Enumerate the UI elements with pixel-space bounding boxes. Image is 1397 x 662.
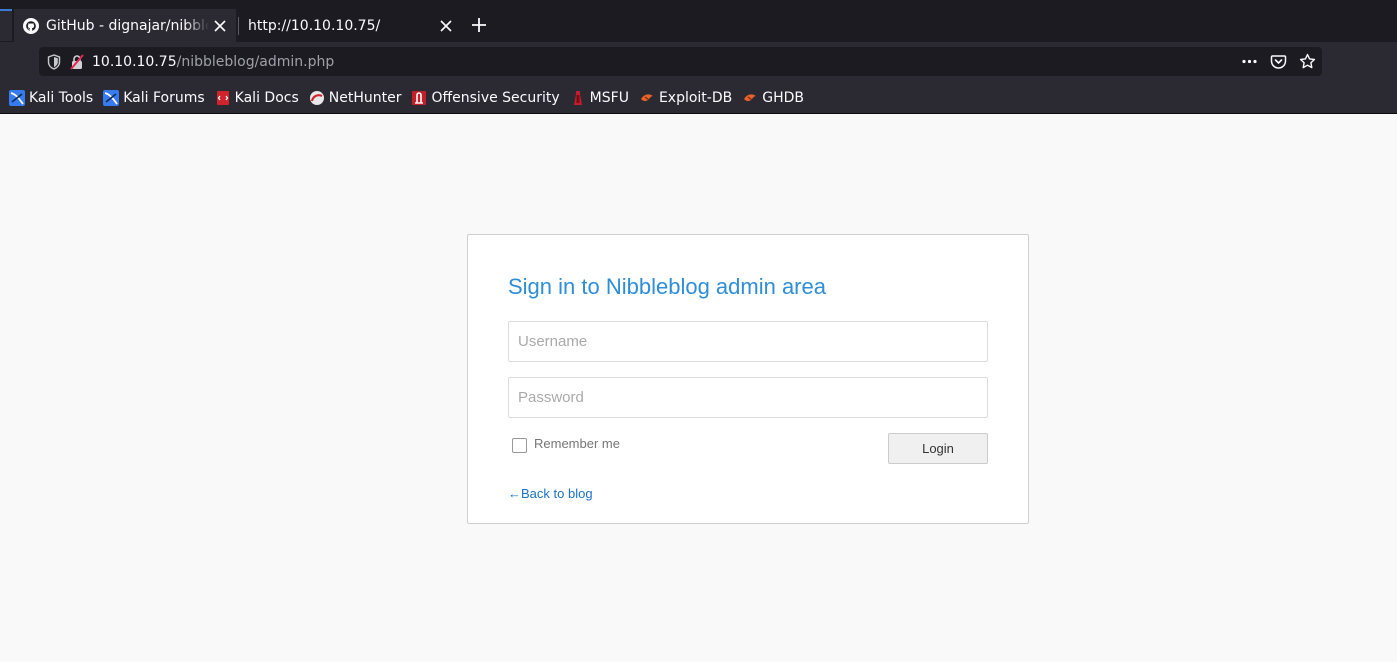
kali-icon [9, 89, 25, 106]
login-button[interactable]: Login [888, 433, 988, 464]
url-path: /nibbleblog/admin.php [176, 53, 335, 70]
ghdb-icon [744, 93, 757, 101]
tab-nibbleblog[interactable]: http://10.10.10.75/ [240, 9, 462, 42]
navigation-toolbar: 10.10.10.75/nibbleblog/admin.php [0, 42, 1397, 82]
exploitdb-icon [640, 93, 653, 101]
remember-me: Remember me [512, 436, 620, 453]
pocket-icon[interactable] [1270, 53, 1287, 70]
new-tab-plus-icon[interactable] [470, 16, 488, 34]
close-icon[interactable] [439, 19, 453, 33]
bookmark-label: GHDB [762, 89, 804, 106]
bookmark-kali-forums[interactable]: Kali Forums [103, 89, 205, 106]
bookmark-label: Kali Tools [29, 89, 94, 106]
remember-me-checkbox[interactable] [512, 438, 527, 453]
username-field[interactable] [508, 321, 988, 362]
bookmark-label: Kali Docs [234, 89, 299, 106]
kali-docs-icon [216, 90, 229, 105]
bookmark-kali-tools[interactable]: Kali Tools [9, 89, 94, 106]
bookmarks-toolbar: Kali Tools Kali Forums Kali Docs NetHunt… [0, 82, 1397, 114]
tracking-protection-shield-icon[interactable] [47, 53, 61, 70]
close-icon[interactable] [213, 19, 227, 33]
bookmark-msfu[interactable]: MSFU [570, 90, 629, 106]
tab-overflow-edge[interactable] [0, 9, 12, 41]
insecure-lock-icon[interactable] [69, 53, 85, 70]
bookmark-kali-docs[interactable]: Kali Docs [215, 90, 299, 106]
tab-separator [238, 17, 239, 35]
tab-github[interactable]: GitHub - dignajar/nibbleblog [14, 9, 236, 42]
bookmark-label: Exploit-DB [658, 89, 733, 106]
remember-me-label[interactable]: Remember me [534, 436, 620, 451]
back-to-blog-link[interactable]: ←Back to blog [508, 486, 593, 501]
github-icon [23, 17, 39, 34]
offsec-icon [412, 90, 427, 105]
bookmark-ghdb[interactable]: GHDB [742, 90, 804, 106]
bookmark-star-icon[interactable] [1299, 53, 1316, 70]
bookmark-label: MSFU [589, 89, 629, 106]
tab-title: GitHub - dignajar/nibbleblog [46, 17, 209, 34]
tab-strip: GitHub - dignajar/nibbleblog http://10.1… [0, 0, 1397, 42]
bookmark-nethunter[interactable]: NetHunter [309, 89, 402, 106]
bookmark-label: Kali Forums [123, 89, 205, 106]
page-content: Sign in to Nibbleblog admin area Remembe… [0, 114, 1397, 662]
bookmark-label: NetHunter [328, 89, 402, 106]
kali-icon [103, 89, 120, 106]
bookmark-offensive-security[interactable]: Offensive Security [411, 89, 560, 106]
msfu-icon [573, 90, 582, 105]
password-field[interactable] [508, 377, 988, 418]
nethunter-icon [309, 90, 324, 105]
bookmark-exploit-db[interactable]: Exploit-DB [639, 90, 732, 106]
url-text[interactable]: 10.10.10.75/nibbleblog/admin.php [92, 54, 334, 70]
tab-title: http://10.10.10.75/ [248, 17, 381, 34]
more-actions-icon[interactable] [1241, 53, 1258, 70]
bookmark-label: Offensive Security [431, 89, 560, 106]
url-bar[interactable]: 10.10.10.75/nibbleblog/admin.php [39, 47, 1322, 76]
login-heading: Sign in to Nibbleblog admin area [508, 274, 826, 299]
url-host: 10.10.10.75 [92, 53, 177, 70]
page-actions [1241, 53, 1316, 70]
login-box: Sign in to Nibbleblog admin area Remembe… [467, 234, 1029, 524]
